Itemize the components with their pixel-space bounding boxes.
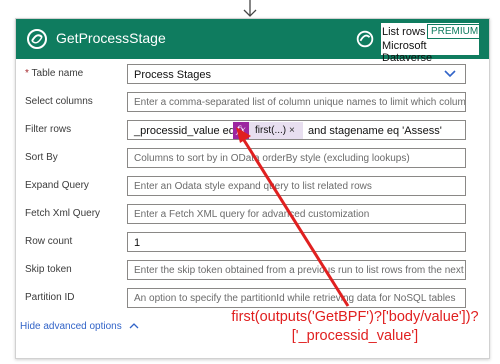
fetch-xml-placeholder: Enter a Fetch XML query for advanced cus… (134, 209, 370, 220)
table-name-dropdown[interactable]: Process Stages (127, 64, 466, 84)
hide-advanced-label: Hide advanced options (20, 321, 122, 332)
annotation-line-2: ['_processid_value'] (291, 328, 419, 344)
token-label: first(...) (255, 125, 287, 136)
select-columns-label: Select columns (25, 96, 93, 107)
row-count-value: 1 (134, 237, 141, 249)
hide-advanced-options-link[interactable]: Hide advanced options (20, 321, 139, 332)
table-name-label: * Table name (25, 68, 83, 79)
annotation-text: first(outputs('GetBPF')?['body/value'])?… (205, 308, 500, 346)
expand-query-label: Expand Query (25, 180, 89, 191)
sort-by-placeholder: Columns to sort by in OData orderBy styl… (134, 153, 410, 164)
filter-rows-input[interactable]: _processid_value eq fx first(...) × and … (127, 120, 466, 140)
fetch-xml-label: Fetch Xml Query (25, 208, 101, 219)
connector-name: Microsoft Dataverse (382, 40, 433, 64)
skip-token-placeholder: Enter the skip token obtained from a pre… (134, 265, 466, 276)
row-count-label: Row count (25, 236, 73, 247)
sort-by-input[interactable]: Columns to sort by in OData orderBy styl… (127, 148, 466, 168)
partition-id-label: Partition ID (25, 292, 75, 303)
required-marker: * (25, 68, 29, 79)
table-name-value: Process Stages (134, 69, 212, 81)
filter-text-after: and stagename eq 'Assess' (308, 125, 442, 137)
chevron-down-icon[interactable] (443, 69, 457, 79)
annotation-line-1: first(outputs('GetBPF')?['body/value'])? (231, 309, 479, 325)
action-header[interactable]: GetProcessStage List rows PREMIUM Micros… (16, 19, 489, 64)
expand-query-placeholder: Enter an Odata style expand query to lis… (134, 181, 372, 192)
select-columns-placeholder: Enter a comma-separated list of column u… (134, 97, 466, 108)
filter-rows-label: Filter rows (25, 124, 72, 135)
connector-icon-bg (349, 23, 381, 55)
dataverse-icon (356, 30, 374, 48)
dataverse-icon (27, 29, 47, 49)
chevron-up-icon (129, 323, 138, 329)
row-count-input[interactable]: 1 (127, 232, 466, 252)
partition-id-input[interactable]: An option to specify the partitionId whi… (127, 288, 466, 308)
expression-token[interactable]: fx first(...) × (233, 122, 303, 139)
partition-id-placeholder: An option to specify the partitionId whi… (134, 293, 456, 304)
skip-token-label: Skip token (25, 264, 72, 275)
sort-by-label: Sort By (25, 152, 58, 163)
select-columns-input[interactable]: Enter a comma-separated list of column u… (127, 92, 466, 112)
connector-info: List rows PREMIUM Microsoft Dataverse (349, 23, 483, 64)
premium-badge: PREMIUM (427, 24, 483, 39)
arrow-down-icon (243, 0, 257, 17)
connector-action-name: List rows (382, 26, 426, 38)
token-remove-icon[interactable]: × (289, 122, 295, 139)
skip-token-input[interactable]: Enter the skip token obtained from a pre… (127, 260, 466, 280)
expand-query-input[interactable]: Enter an Odata style expand query to lis… (127, 176, 466, 196)
filter-text-before: _processid_value eq (134, 125, 235, 137)
table-name-label-text: Table name (31, 68, 84, 79)
fetch-xml-input[interactable]: Enter a Fetch XML query for advanced cus… (127, 204, 466, 224)
action-title[interactable]: GetProcessStage (56, 30, 166, 46)
fx-icon: fx (233, 122, 249, 139)
